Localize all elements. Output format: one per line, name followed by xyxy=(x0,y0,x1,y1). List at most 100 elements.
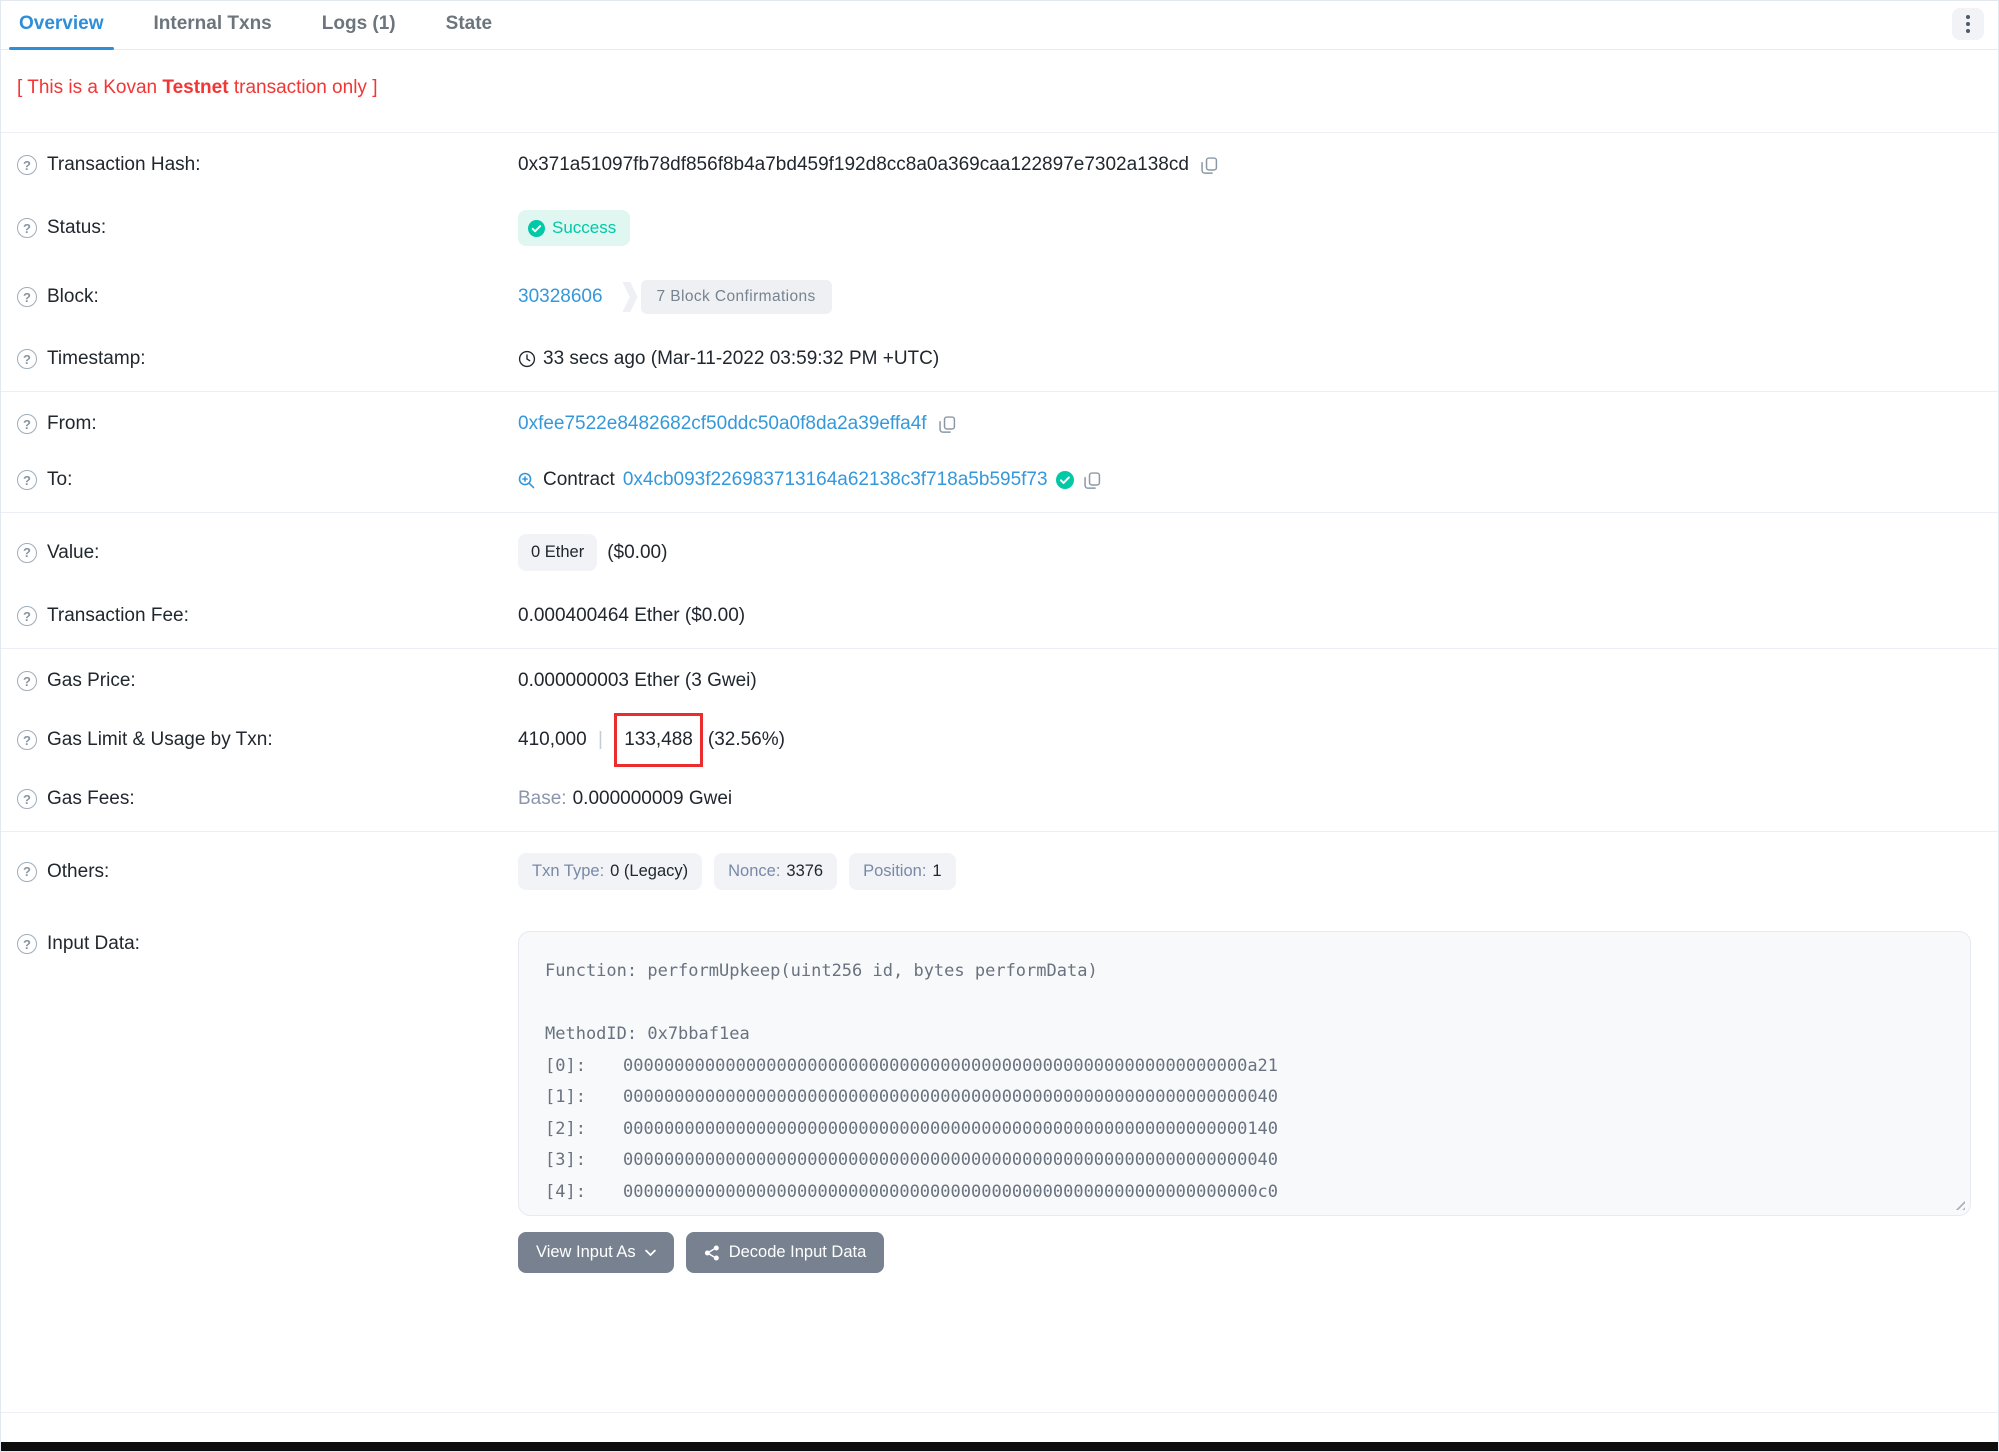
status-badge: Success xyxy=(518,210,631,246)
zoom-in-icon[interactable] xyxy=(518,472,535,489)
notice-prefix: [ This is a Kovan xyxy=(17,77,163,98)
help-icon[interactable]: ? xyxy=(17,934,37,954)
gas-used-value: 133,488 xyxy=(624,729,693,750)
tab-overview[interactable]: Overview xyxy=(9,1,113,50)
more-options-button[interactable] xyxy=(1952,8,1984,40)
row-value: ? Value: 0 Ether ($0.00) xyxy=(1,517,1998,588)
help-icon[interactable]: ? xyxy=(17,218,37,238)
input-data-word-index: [2]: xyxy=(545,1118,586,1139)
block-confirmations-badge: 7 Block Confirmations xyxy=(622,280,832,314)
verified-check-icon xyxy=(1055,471,1074,489)
to-address-link[interactable]: 0x4cb093f226983713164a62138c3f718a5b595f… xyxy=(623,469,1048,491)
from-address-link[interactable]: 0xfee7522e8482682cf50ddc50a0f8da2a39effa… xyxy=(518,413,927,435)
row-gas-fees: ? Gas Fees: Base: 0.000000009 Gwei xyxy=(1,771,1998,827)
view-input-as-button[interactable]: View Input As xyxy=(518,1232,674,1273)
divider xyxy=(1,132,1998,133)
gas-price-value: 0.000000003 Ether (3 Gwei) xyxy=(518,670,757,691)
decode-input-data-button[interactable]: Decode Input Data xyxy=(685,1232,885,1273)
input-data-words: [0]: 00000000000000000000000000000000000… xyxy=(545,1051,1958,1216)
transaction-fee-value: 0.000400464 Ether ($0.00) xyxy=(518,605,746,626)
input-data-word: [2]: 00000000000000000000000000000000000… xyxy=(545,1114,1958,1146)
copy-from-address-button[interactable] xyxy=(937,414,958,435)
row-transaction-hash: ? Transaction Hash: 0x371a51097fb78df856… xyxy=(1,137,1998,193)
gas-used-percent: (32.56%) xyxy=(707,729,785,750)
timestamp-value: 33 secs ago (Mar-11-2022 03:59:32 PM +UT… xyxy=(543,348,940,369)
position-chip-value: 1 xyxy=(932,862,942,880)
to-contract-word: Contract xyxy=(543,469,615,490)
copy-to-address-button[interactable] xyxy=(1082,470,1103,491)
transaction-details-page: Overview Internal Txns Logs (1) State [ … xyxy=(0,0,1999,1452)
row-gas-limit-usage: ? Gas Limit & Usage by Txn: 410,000 | 13… xyxy=(1,709,1998,771)
row-others: ? Others: Txn Type: 0 (Legacy) Nonce: 33… xyxy=(1,836,1998,907)
row-input-data: ? Input Data: Function: performUpkeep(ui… xyxy=(1,907,1998,1290)
help-icon[interactable]: ? xyxy=(17,470,37,490)
txn-type-chip-label: Txn Type: xyxy=(532,862,605,880)
copy-hash-button[interactable] xyxy=(1199,155,1220,176)
gas-price-label: Gas Price: xyxy=(47,670,136,691)
input-data-textarea[interactable]: Function: performUpkeep(uint256 id, byte… xyxy=(518,931,1971,1216)
copy-icon xyxy=(1083,471,1100,489)
help-icon[interactable]: ? xyxy=(17,730,37,750)
block-label: Block: xyxy=(47,286,99,307)
row-block: ? Block: 30328606 7 Block Confirmations xyxy=(1,263,1998,331)
input-data-method-line: MethodID: 0x7bbaf1ea xyxy=(545,1024,750,1044)
badge-tail-icon xyxy=(622,282,638,312)
copy-icon xyxy=(938,415,955,433)
input-data-word-index: [5]: xyxy=(545,1208,623,1215)
input-data-word-index: [1]: xyxy=(545,1087,586,1107)
value-usd: ($0.00) xyxy=(607,541,668,563)
tab-state[interactable]: State xyxy=(442,1,496,49)
others-label: Others: xyxy=(47,860,110,882)
footer xyxy=(1,1412,1998,1451)
help-icon[interactable]: ? xyxy=(17,861,37,882)
row-status: ? Status: Success xyxy=(1,193,1998,263)
help-icon[interactable]: ? xyxy=(17,542,37,563)
help-icon[interactable]: ? xyxy=(17,414,37,434)
input-data-word-index: [0]: xyxy=(545,1055,586,1076)
row-from: ? From: 0xfee7522e8482682cf50ddc50a0f8da… xyxy=(1,396,1998,452)
input-data-word-value: 0000000000000000000000000000000000000000… xyxy=(623,1181,1279,1202)
notice-bold: Testnet xyxy=(162,77,229,98)
notice-suffix: transaction only ] xyxy=(228,77,378,98)
help-icon[interactable]: ? xyxy=(17,671,37,691)
input-data-word-index: [3]: xyxy=(545,1150,586,1170)
help-icon[interactable]: ? xyxy=(17,349,37,369)
to-label: To: xyxy=(47,469,73,490)
nonce-chip-value: 3376 xyxy=(786,862,824,880)
gas-fees-label: Gas Fees: xyxy=(47,788,135,809)
kebab-icon xyxy=(1966,15,1970,33)
help-icon[interactable]: ? xyxy=(17,287,37,307)
from-label: From: xyxy=(47,413,97,434)
value-badge: 0 Ether xyxy=(518,534,598,571)
help-icon[interactable]: ? xyxy=(17,789,37,809)
divider xyxy=(1,512,1998,513)
divider xyxy=(1,831,1998,832)
nonce-chip: Nonce: 3376 xyxy=(714,853,838,890)
testnet-notice: [ This is a Kovan Testnet transaction on… xyxy=(1,50,1998,128)
txn-type-chip: Txn Type: 0 (Legacy) xyxy=(518,853,703,890)
copy-icon xyxy=(1201,156,1218,174)
help-icon[interactable]: ? xyxy=(17,606,37,626)
gas-limit-value: 410,000 xyxy=(518,729,587,750)
status-badge-label: Success xyxy=(552,218,617,237)
input-data-actions: View Input As Decode Input Data xyxy=(518,1232,1971,1273)
block-number-link[interactable]: 30328606 xyxy=(518,286,603,308)
status-label: Status: xyxy=(47,217,107,238)
nonce-chip-label: Nonce: xyxy=(728,862,781,880)
row-gas-price: ? Gas Price: 0.000000003 Ether (3 Gwei) xyxy=(1,653,1998,709)
input-data-word-value: 0000000000000000000000000000000000000000… xyxy=(623,1118,1279,1139)
input-data-word-value: 0000000000000000000000000000000000000000… xyxy=(623,1150,1279,1170)
input-data-word: [3]: 00000000000000000000000000000000000… xyxy=(545,1145,1958,1177)
view-input-as-label: View Input As xyxy=(536,1243,636,1261)
row-to: ? To: Contract 0x4cb093f226983713164a621… xyxy=(1,452,1998,508)
help-icon[interactable]: ? xyxy=(17,155,37,175)
check-circle-icon xyxy=(528,219,545,237)
input-data-label: Input Data: xyxy=(47,933,140,954)
footer-divider xyxy=(1,1412,1998,1413)
tab-logs[interactable]: Logs (1) xyxy=(318,1,400,49)
transaction-hash-value: 0x371a51097fb78df856f8b4a7bd459f192d8cc8… xyxy=(518,154,1189,175)
input-data-word-value: 0000000000000000000000000000000000000000… xyxy=(623,1208,1278,1215)
tab-internal-txns[interactable]: Internal Txns xyxy=(150,1,276,49)
timestamp-label: Timestamp: xyxy=(47,348,146,369)
block-confirmations-label: 7 Block Confirmations xyxy=(640,280,832,314)
